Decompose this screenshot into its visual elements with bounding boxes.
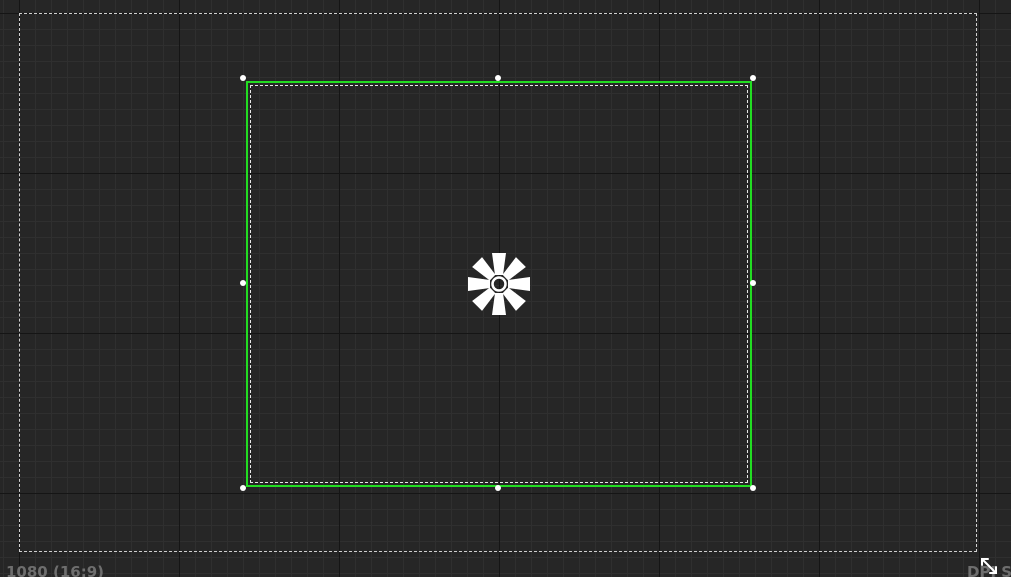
anchor-flower-icon[interactable] xyxy=(467,252,531,316)
resize-handle-top-left[interactable] xyxy=(240,75,246,81)
resolution-label: 1080 (16:9) xyxy=(6,563,104,577)
resize-handle-bottom-left[interactable] xyxy=(240,485,246,491)
resize-handle-bottom-right[interactable] xyxy=(750,485,756,491)
resize-handle-middle-left[interactable] xyxy=(240,280,246,286)
resize-diagonal-icon[interactable] xyxy=(979,556,999,576)
resize-handle-top-center[interactable] xyxy=(495,75,501,81)
resize-handle-bottom-center[interactable] xyxy=(495,485,501,491)
resize-handle-middle-right[interactable] xyxy=(750,280,756,286)
resize-handle-top-right[interactable] xyxy=(750,75,756,81)
designer-canvas[interactable]: 1080 (16:9) DPI S xyxy=(0,0,1011,577)
